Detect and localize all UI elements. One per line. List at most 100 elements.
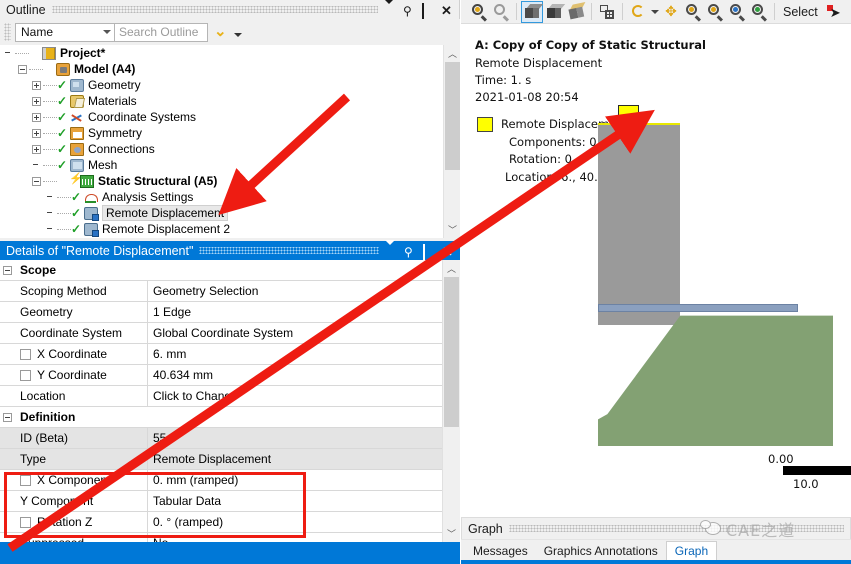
- details-property-value[interactable]: Global Coordinate System: [148, 323, 442, 343]
- shaded-view-icon[interactable]: [543, 1, 565, 23]
- tree-item[interactable]: Project*: [0, 45, 443, 61]
- details-property-row[interactable]: X Coordinate 6. mm: [0, 344, 442, 365]
- cursor-arrow-icon[interactable]: ➤: [823, 1, 845, 23]
- details-property-row[interactable]: ID (Beta) 55: [0, 428, 442, 449]
- chevron-down-icon: [103, 30, 111, 34]
- graph-panel-title: Graph: [468, 521, 503, 536]
- details-property-value[interactable]: 6. mm: [148, 344, 442, 364]
- tree-item[interactable]: Static Structural (A5): [0, 172, 443, 189]
- graphics-viewport[interactable]: A: Copy of Copy of Static Structural Rem…: [461, 24, 851, 517]
- details-property-checkbox[interactable]: [20, 369, 31, 381]
- details-property-value[interactable]: 40.634 mm: [148, 365, 442, 385]
- tab-graphics-annotations[interactable]: Graphics Annotations: [536, 541, 666, 560]
- select-mode-extra-icon[interactable]: [845, 1, 851, 23]
- zoom-next-icon[interactable]: [490, 1, 512, 23]
- outline-tree: Project* Model (A4) ✓ Geometry ✓ Materials ✓ Co…: [0, 45, 443, 238]
- details-property-label-cell: Y Component: [15, 491, 148, 511]
- outline-scroll-thumb[interactable]: [445, 62, 460, 170]
- details-property-value[interactable]: 1 Edge: [148, 302, 442, 322]
- tree-expander-icon[interactable]: [32, 176, 41, 186]
- pan-icon[interactable]: ✥: [660, 1, 682, 23]
- zoom-to-fit-icon[interactable]: [726, 1, 748, 23]
- outline-header-dots: [51, 6, 378, 13]
- details-scroll-up-icon[interactable]: ︿: [443, 260, 460, 277]
- details-property-value[interactable]: 0. mm (ramped): [148, 470, 442, 490]
- outline-toolbar-gripper[interactable]: [4, 23, 11, 41]
- details-collapse-icon[interactable]: [0, 260, 15, 280]
- details-property-row[interactable]: Y Component Tabular Data: [0, 491, 442, 512]
- tree-item[interactable]: ✓ Analysis Settings: [0, 189, 443, 205]
- details-property-value[interactable]: 55: [148, 428, 442, 448]
- details-scroll-thumb[interactable]: [444, 277, 459, 427]
- details-maximize-icon[interactable]: [423, 243, 435, 260]
- tree-check-icon: ✓: [57, 142, 68, 156]
- details-close-icon[interactable]: ✕: [442, 245, 454, 258]
- details-pin-icon[interactable]: ⚲: [404, 245, 416, 258]
- tree-expander-icon[interactable]: [18, 64, 27, 74]
- details-collapse-icon[interactable]: [0, 407, 15, 427]
- tree-item[interactable]: ✓ Geometry: [0, 77, 443, 93]
- details-property-value[interactable]: 0. ° (ramped): [148, 512, 442, 532]
- tree-expander-icon[interactable]: [32, 128, 41, 138]
- tree-item[interactable]: ✓ Materials: [0, 93, 443, 109]
- details-property-row[interactable]: Type Remote Displacement: [0, 449, 442, 470]
- tree-item[interactable]: ✓ Remote Displacement: [0, 205, 443, 221]
- outline-filter-combo[interactable]: Name: [15, 22, 115, 42]
- tab-graph[interactable]: Graph: [665, 541, 718, 560]
- details-property-row[interactable]: SuppressedNo: [0, 533, 442, 542]
- details-property-value[interactable]: Click to Change: [148, 386, 442, 406]
- tree-item[interactable]: ✓ Connections: [0, 141, 443, 157]
- set-view-icon[interactable]: [596, 1, 618, 23]
- details-property-row[interactable]: Rotation Z 0. ° (ramped): [0, 512, 442, 533]
- outline-scroll-down-icon[interactable]: ﹀: [444, 221, 461, 238]
- details-property-row[interactable]: Y Coordinate 40.634 mm: [0, 365, 442, 386]
- details-property-value[interactable]: Geometry Selection: [148, 281, 442, 301]
- zoom-previous-icon[interactable]: [468, 1, 490, 23]
- details-property-checkbox[interactable]: [20, 516, 31, 528]
- outline-scrollbar[interactable]: ︿ ﹀: [443, 45, 460, 238]
- isometric-view-icon[interactable]: [521, 0, 543, 23]
- tree-item[interactable]: ✓ Symmetry: [0, 125, 443, 141]
- rotate-dropdown-caret-icon[interactable]: [649, 1, 660, 23]
- magnify-icon[interactable]: [748, 1, 770, 23]
- details-property-row[interactable]: Location Click to Change: [0, 386, 442, 407]
- graphics-column: ✥ Select ➤ A: Copy of Copy of Static Str…: [461, 0, 851, 564]
- details-property-value[interactable]: Remote Displacement: [148, 449, 442, 469]
- tree-expander-icon[interactable]: [32, 112, 41, 122]
- details-property-value[interactable]: Tabular Data: [148, 491, 442, 511]
- tree-item[interactable]: ✓ Remote Displacement 2: [0, 221, 443, 237]
- box-zoom-icon[interactable]: [704, 1, 726, 23]
- outline-scroll-up-icon[interactable]: ︿: [444, 45, 461, 62]
- outline-search-input[interactable]: Search Outline: [115, 22, 208, 42]
- outline-close-icon[interactable]: ✕: [441, 4, 453, 17]
- details-row-gutter: [0, 533, 15, 542]
- tree-expander-icon[interactable]: [32, 80, 41, 90]
- tree-expander-icon[interactable]: [32, 144, 41, 154]
- tree-item[interactable]: ✓ Coordinate Systems: [0, 109, 443, 125]
- rotate-icon[interactable]: [627, 1, 649, 23]
- zoom-icon[interactable]: [682, 1, 704, 23]
- tab-messages[interactable]: Messages: [465, 541, 536, 560]
- tree-item[interactable]: Model (A4): [0, 61, 443, 77]
- search-chevron-icon[interactable]: ⌄: [214, 24, 227, 39]
- details-property-row[interactable]: Geometry 1 Edge: [0, 302, 442, 323]
- details-property-row[interactable]: Scoping Method Geometry Selection: [0, 281, 442, 302]
- details-property-row[interactable]: Coordinate System Global Coordinate Syste…: [0, 323, 442, 344]
- tree-item-label: Materials: [88, 94, 137, 108]
- outline-maximize-icon[interactable]: [422, 2, 434, 19]
- look-at-face-icon[interactable]: [565, 1, 587, 23]
- search-options-caret-icon[interactable]: [233, 32, 242, 37]
- tree-item[interactable]: ✓ Mesh: [0, 157, 443, 173]
- details-scrollbar[interactable]: ︿ ﹀: [443, 260, 460, 542]
- details-scroll-down-icon[interactable]: ﹀: [443, 525, 460, 542]
- outline-pin-icon[interactable]: ⚲: [403, 4, 415, 17]
- details-property-row[interactable]: X Component 0. mm (ramped): [0, 470, 442, 491]
- materials-icon: [70, 94, 84, 108]
- details-menu-caret-icon[interactable]: [385, 239, 397, 259]
- tree-expander-icon[interactable]: [32, 96, 41, 106]
- outline-menu-caret-icon[interactable]: [384, 0, 396, 18]
- details-property-checkbox[interactable]: [20, 348, 31, 360]
- remote-displacement-icon: [84, 206, 99, 221]
- details-property-checkbox[interactable]: [20, 474, 31, 486]
- details-property-value[interactable]: No: [148, 533, 442, 542]
